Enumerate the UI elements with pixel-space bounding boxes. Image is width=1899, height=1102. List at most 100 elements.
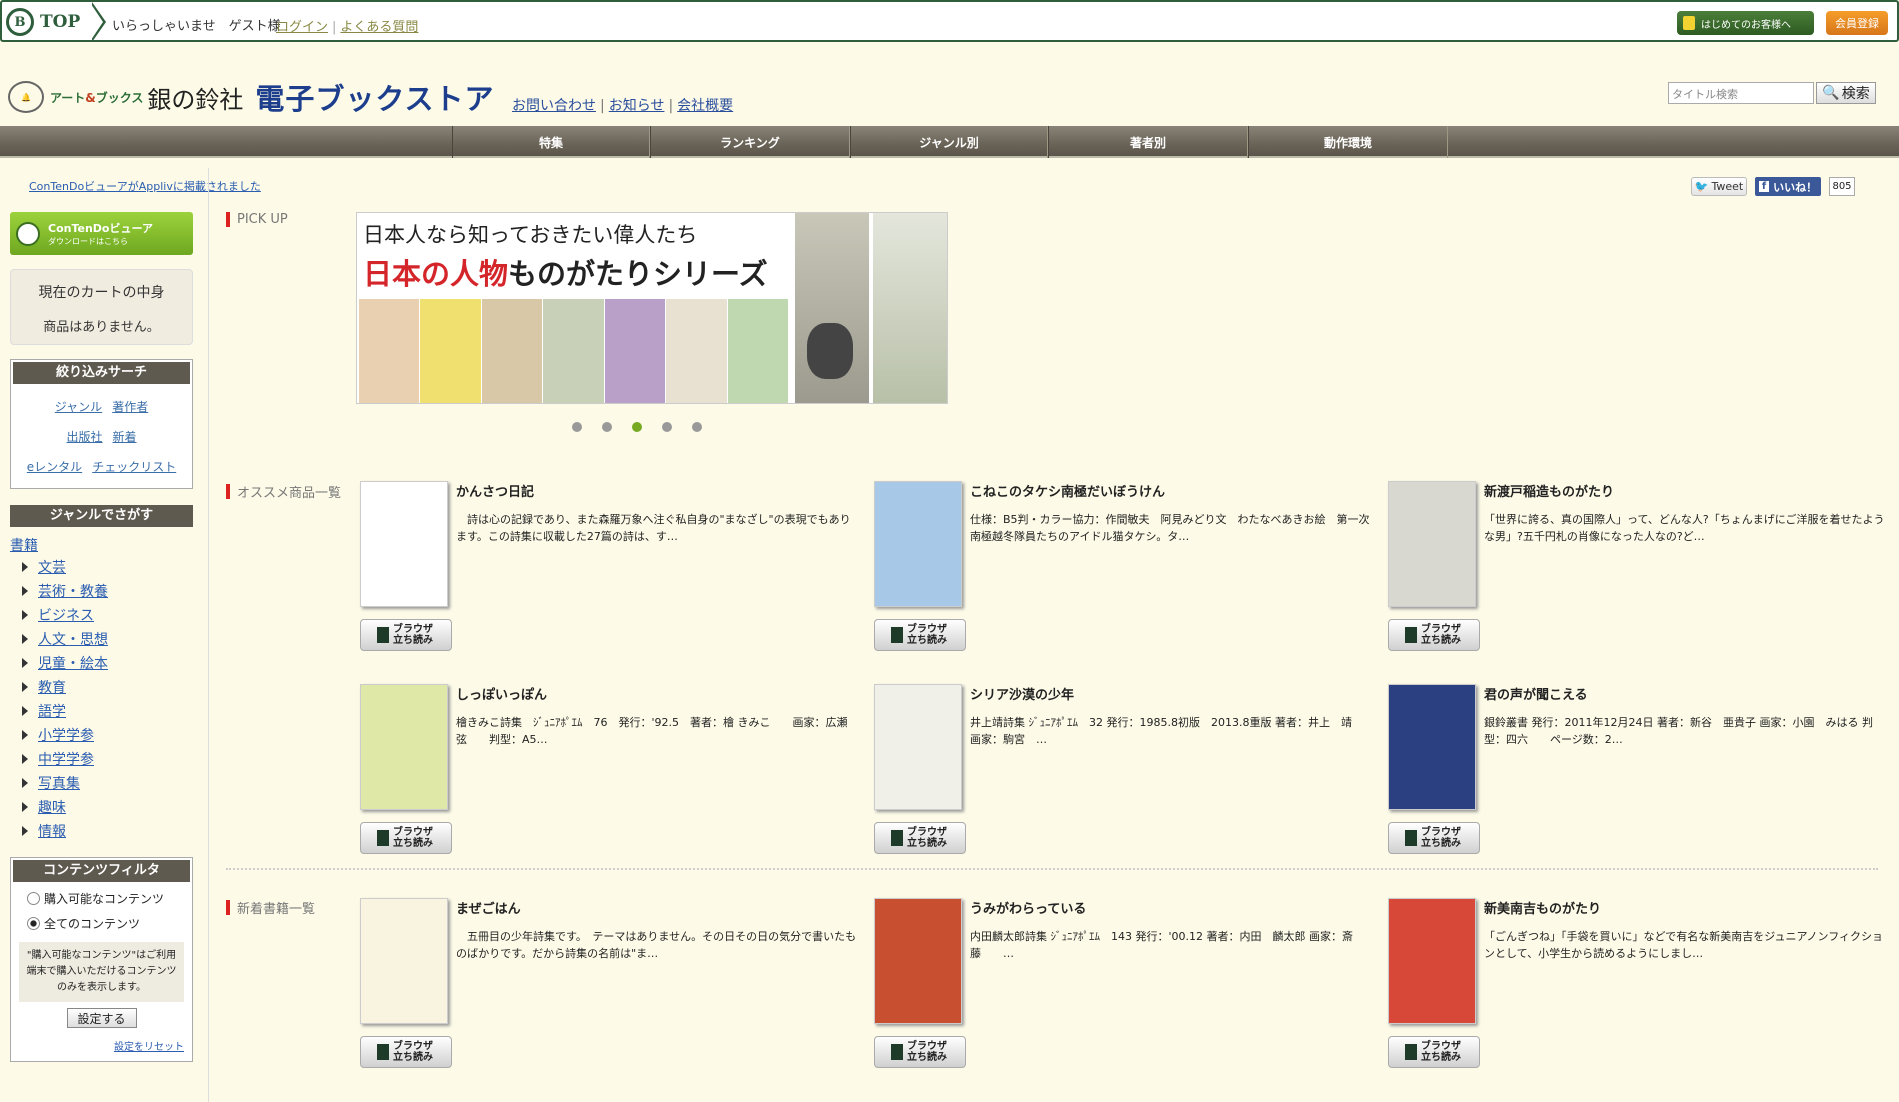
genre-item[interactable]: ビジネス — [22, 603, 193, 627]
filter-apply-button[interactable]: 設定する — [66, 1008, 137, 1028]
product-description: 仕様：B5判・カラー協力：作間敏夫 阿見みどり文 わたなべあきお絵 第一次南極越… — [970, 513, 1370, 543]
like-button[interactable]: f いいね！ — [1755, 177, 1821, 196]
product-description: 詩は心の記録であり、また森羅万象へ注ぐ私自身の"まなざし"の表現でもあります。こ… — [456, 513, 851, 543]
nav-genre[interactable]: ジャンル別 — [850, 126, 1048, 158]
carousel-dot[interactable] — [602, 422, 612, 432]
nav-feature[interactable]: 特集 — [452, 126, 650, 158]
nav-ranking[interactable]: ランキング — [650, 126, 850, 158]
genre-item[interactable]: 児童・絵本 — [22, 651, 193, 675]
carousel-dot[interactable] — [632, 422, 642, 432]
carousel-dot[interactable] — [662, 422, 672, 432]
browser-preview-button[interactable]: ブラウザ 立ち読み — [1388, 619, 1480, 651]
genre-item[interactable]: 語学 — [22, 699, 193, 723]
heading-bar — [226, 484, 230, 499]
book-cover-image[interactable] — [874, 684, 962, 810]
narrow-new-link[interactable]: 新着 — [113, 430, 137, 444]
genre-link[interactable]: 文芸 — [38, 557, 66, 577]
book-cover-image[interactable] — [1388, 481, 1476, 607]
tweet-button[interactable]: 🐦 Tweet — [1691, 177, 1747, 196]
genre-item[interactable]: 写真集 — [22, 771, 193, 795]
carousel-dot[interactable] — [692, 422, 702, 432]
search-input[interactable]: タイトル検索 — [1668, 82, 1814, 104]
product-title[interactable]: まぜごはん — [456, 898, 521, 917]
genre-link[interactable]: ビジネス — [38, 605, 94, 625]
product-title[interactable]: かんさつ日記 — [456, 481, 534, 500]
genre-item[interactable]: 芸術・教養 — [22, 579, 193, 603]
faq-link[interactable]: よくある質問 — [340, 20, 418, 35]
product-title[interactable]: しっぽいっぽん — [456, 684, 547, 703]
product-title[interactable]: 君の声が聞こえる — [1484, 684, 1588, 703]
product-title[interactable]: 新美南吉ものがたり — [1484, 898, 1601, 917]
genre-link[interactable]: 趣味 — [38, 797, 66, 817]
news-link[interactable]: お知らせ — [609, 98, 665, 114]
book-cover-image[interactable] — [360, 684, 448, 810]
genre-link[interactable]: 小学学参 — [38, 725, 94, 745]
preview-label-2: 立ち読み — [1421, 635, 1461, 646]
browser-preview-button[interactable]: ブラウザ 立ち読み — [874, 822, 966, 854]
genre-root-link[interactable]: 書籍 — [10, 538, 38, 554]
nav-environment[interactable]: 動作環境 — [1248, 126, 1448, 158]
contact-link[interactable]: お問い合わせ — [512, 98, 596, 114]
filter-option-all[interactable]: 全てのコンテンツ — [27, 915, 192, 932]
browser-preview-button[interactable]: ブラウザ 立ち読み — [1388, 1036, 1480, 1068]
notice-link[interactable]: ConTenDoビューアがApplivに掲載されました — [29, 178, 261, 194]
genre-link[interactable]: 写真集 — [38, 773, 80, 793]
genre-item[interactable]: 教育 — [22, 675, 193, 699]
browser-preview-button[interactable]: ブラウザ 立ち読み — [360, 619, 452, 651]
book-icon — [1405, 830, 1417, 846]
radio-button[interactable] — [27, 892, 40, 905]
book-cover-image[interactable] — [874, 481, 962, 607]
browser-preview-button[interactable]: ブラウザ 立ち読み — [360, 822, 452, 854]
top-link[interactable]: B TOP — [6, 2, 106, 42]
heading-bar — [226, 900, 230, 915]
genre-link[interactable]: 芸術・教養 — [38, 581, 108, 601]
genre-link[interactable]: 人文・思想 — [38, 629, 108, 649]
product-title[interactable]: うみがわらっている — [970, 898, 1086, 917]
first-time-button[interactable]: はじめてのお客様へ — [1677, 11, 1814, 35]
product-title[interactable]: こねこのタケシ南極だいぼうけん — [970, 481, 1165, 500]
book-cover-image[interactable] — [360, 898, 448, 1024]
company-link[interactable]: 会社概要 — [677, 98, 733, 114]
radio-button-selected[interactable] — [27, 917, 40, 930]
genre-item[interactable]: 小学学参 — [22, 723, 193, 747]
narrow-publisher-link[interactable]: 出版社 — [66, 430, 102, 444]
brand-logo[interactable]: 🔔 アート&ブックス 銀の鈴社 電子ブックストア — [8, 76, 495, 118]
genre-link[interactable]: 語学 — [38, 701, 66, 721]
viewer-download-button[interactable]: ConTenDoビューア ダウンロードはこちら — [10, 212, 193, 255]
search-button[interactable]: 🔍 検索 — [1816, 82, 1876, 104]
book-cover-image[interactable] — [1388, 684, 1476, 810]
book-cover-image[interactable] — [360, 481, 448, 607]
book-cover-image[interactable] — [874, 898, 962, 1024]
filter-option-purchasable[interactable]: 購入可能なコンテンツ — [27, 890, 192, 907]
login-link[interactable]: ログイン — [276, 20, 328, 35]
browser-preview-button[interactable]: ブラウザ 立ち読み — [1388, 822, 1480, 854]
book-icon — [377, 627, 389, 643]
browser-preview-button[interactable]: ブラウザ 立ち読み — [874, 619, 966, 651]
genre-item[interactable]: 人文・思想 — [22, 627, 193, 651]
genre-item[interactable]: 情報 — [22, 819, 193, 843]
narrow-genre-link[interactable]: ジャンル — [55, 400, 102, 414]
genre-item[interactable]: 趣味 — [22, 795, 193, 819]
genre-link[interactable]: 児童・絵本 — [38, 653, 108, 673]
pickup-banner[interactable]: 日本人なら知っておきたい偉人たち 日本の人物ものがたりシリーズ — [356, 212, 948, 404]
genre-item[interactable]: 中学学参 — [22, 747, 193, 771]
filter-reset-link[interactable]: 設定をリセット — [11, 1038, 184, 1053]
genre-link[interactable]: 中学学参 — [38, 749, 94, 769]
product-title[interactable]: シリア沙漠の少年 — [970, 684, 1074, 703]
genre-link[interactable]: 教育 — [38, 677, 66, 697]
member-register-button[interactable]: 会員登録 — [1826, 11, 1888, 35]
genre-item[interactable]: 文芸 — [22, 555, 193, 579]
carousel-dot[interactable] — [572, 422, 582, 432]
narrow-author-link[interactable]: 著作者 — [112, 400, 148, 414]
genre-link[interactable]: 情報 — [38, 821, 66, 841]
browser-preview-button[interactable]: ブラウザ 立ち読み — [360, 1036, 452, 1068]
filter-description: "購入可能なコンテンツ"はご利用端末で購入いただけるコンテンツのみを表示します。 — [19, 942, 184, 1002]
product-item: 新美南吉ものがたり 「ごんぎつね」「手袋を買いに」などで有名な新美南吉をジュニアノ… — [1386, 898, 1886, 1078]
browser-preview-button[interactable]: ブラウザ 立ち読み — [874, 1036, 966, 1068]
narrow-checklist-link[interactable]: チェックリスト — [92, 460, 176, 474]
product-title[interactable]: 新渡戸稲造ものがたり — [1484, 481, 1614, 500]
narrow-rental-link[interactable]: eレンタル — [27, 460, 82, 474]
book-cover-image[interactable] — [1388, 898, 1476, 1024]
triangle-icon — [22, 562, 28, 572]
nav-author[interactable]: 著者別 — [1048, 126, 1248, 158]
